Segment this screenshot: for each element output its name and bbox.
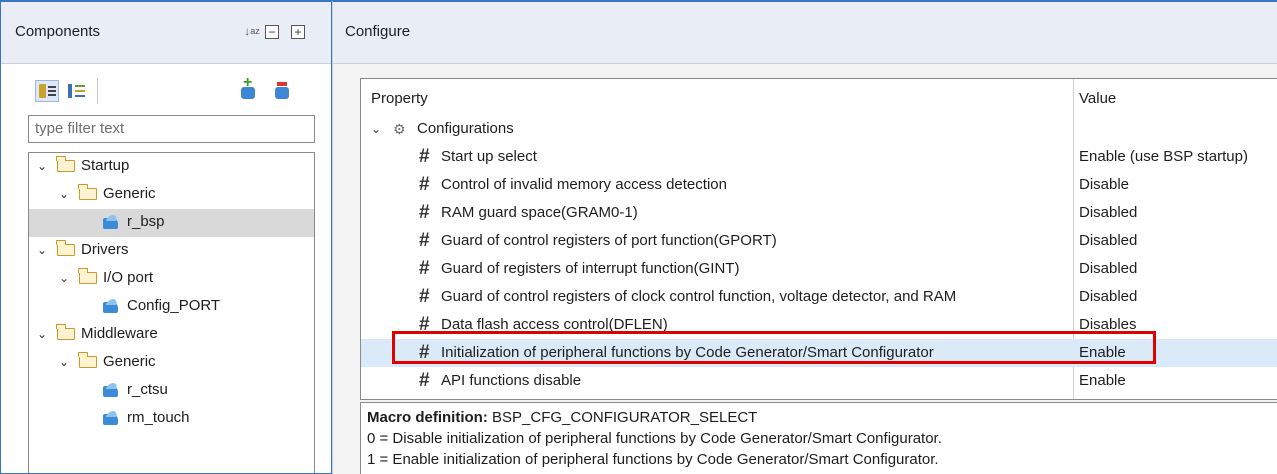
chevron-down-icon[interactable]: ⌄: [59, 265, 73, 291]
filter-input[interactable]: type filter text: [28, 115, 315, 143]
property-row[interactable]: # Initialization of peripheral functions …: [361, 339, 1277, 367]
macro-definition-label: Macro definition:: [367, 409, 488, 426]
property-row[interactable]: # Guard of control registers of port func…: [361, 227, 1277, 255]
tree-item[interactable]: ⌄ Drivers: [29, 237, 314, 265]
property-value[interactable]: Disabled: [1079, 199, 1137, 227]
tree-item-label: r_bsp: [127, 213, 165, 230]
gear-icon: ⚙: [393, 121, 406, 137]
macro-definition-line: Macro definition: BSP_CFG_CONFIGURATOR_S…: [367, 407, 1274, 428]
sort-az-icon[interactable]: ↓ a z: [243, 22, 261, 40]
property-value[interactable]: Enable (use BSP startup): [1079, 143, 1248, 171]
property-name: Data flash access control(DFLEN): [441, 316, 668, 333]
components-panel-header: Components ↓ a z − +: [1, 2, 331, 64]
chevron-down-icon[interactable]: ⌄: [59, 181, 73, 207]
component-icon: [103, 383, 121, 398]
toolbar-separator: [97, 78, 98, 104]
components-panel-body: type filter text ⌄ Startup ⌄ Generic r_bsp ⌄ D…: [1, 64, 331, 473]
chevron-down-icon[interactable]: ⌄: [37, 153, 51, 179]
components-panel: Components ↓az − + type filter text ⌄ Sta…: [0, 0, 332, 474]
configurations-group-label: Configurations: [417, 120, 514, 137]
remove-component-icon[interactable]: [271, 80, 295, 102]
property-row[interactable]: # Data flash access control(DFLEN) Disable…: [361, 311, 1277, 339]
tree-item[interactable]: ⌄ I/O port: [29, 265, 314, 293]
property-name: Guard of registers of interrupt function…: [441, 260, 740, 277]
configurations-group-row[interactable]: ⌄ ⚙ Configurations: [361, 115, 1277, 143]
property-column-header[interactable]: Property: [361, 79, 1071, 119]
tree-item-label: r_ctsu: [127, 381, 168, 398]
folder-icon: [78, 268, 97, 284]
macro-option-1: 1 = Enable initialization of peripheral …: [367, 451, 939, 468]
macro-definition-panel: Macro definition: BSP_CFG_CONFIGURATOR_S…: [360, 402, 1277, 474]
component-icon: [103, 411, 121, 426]
collapse-all-icon[interactable]: −: [265, 25, 279, 39]
tree-item[interactable]: r_bsp: [29, 209, 314, 237]
components-tree: ⌄ Startup ⌄ Generic r_bsp ⌄ Drivers ⌄ I/O port Co…: [28, 152, 315, 473]
property-value[interactable]: Disabled: [1079, 255, 1137, 283]
chevron-down-icon[interactable]: ⌄: [371, 115, 385, 143]
property-row[interactable]: # Control of invalid memory access detect…: [361, 171, 1277, 199]
property-value[interactable]: Enable: [1079, 367, 1126, 395]
property-value[interactable]: Disables: [1079, 311, 1137, 339]
folder-icon: [56, 156, 75, 172]
tree-item[interactable]: r_ctsu: [29, 377, 314, 405]
property-row[interactable]: # Guard of control registers of clock con…: [361, 283, 1277, 311]
macro-option-0: 0 = Disable initialization of peripheral…: [367, 430, 942, 447]
property-name: Guard of control registers of port funct…: [441, 232, 777, 249]
folder-icon: [78, 352, 97, 368]
chevron-down-icon[interactable]: ⌄: [37, 237, 51, 263]
property-table: Property Value ⌄ ⚙ Configurations # Start…: [360, 78, 1277, 400]
property-value[interactable]: Enable: [1079, 339, 1126, 367]
property-name: RAM guard space(GRAM0-1): [441, 204, 638, 221]
tree-item-label: Generic: [103, 185, 156, 202]
value-column-header[interactable]: Value: [1079, 79, 1116, 119]
tree-item[interactable]: ⌄ Generic: [29, 349, 314, 377]
chevron-down-icon[interactable]: ⌄: [59, 349, 73, 375]
tree-item-label: Generic: [103, 353, 156, 370]
tree-item[interactable]: ⌄ Middleware: [29, 321, 314, 349]
tree-item-label: Drivers: [81, 241, 129, 258]
tree-item[interactable]: rm_touch: [29, 405, 314, 433]
property-row[interactable]: # API functions disable Enable: [361, 367, 1277, 395]
macro-name: BSP_CFG_CONFIGURATOR_SELECT: [492, 409, 758, 426]
tree-item-label: Startup: [81, 157, 130, 174]
components-toolbar: [1, 64, 331, 114]
property-row[interactable]: # RAM guard space(GRAM0-1) Disabled: [361, 199, 1277, 227]
add-component-icon[interactable]: [237, 74, 261, 102]
property-name: Initialization of peripheral functions b…: [441, 344, 934, 361]
view-by-hierarchy-icon[interactable]: [65, 80, 89, 102]
tree-item-label: rm_touch: [127, 409, 190, 426]
property-row[interactable]: # Guard of registers of interrupt functio…: [361, 255, 1277, 283]
component-icon: [103, 299, 121, 314]
property-name: Start up select: [441, 148, 537, 165]
tree-item[interactable]: Config_PORT: [29, 293, 314, 321]
component-icon: [103, 215, 121, 230]
folder-icon: [78, 184, 97, 200]
property-name: API functions disable: [441, 372, 582, 389]
tree-item-label: I/O port: [103, 269, 154, 286]
tree-item-label: Config_PORT: [127, 297, 221, 314]
folder-icon: [56, 240, 75, 256]
configure-panel-header: Configure: [333, 2, 1277, 64]
components-panel-title: Components: [15, 23, 101, 40]
property-row[interactable]: # Start up select Enable (use BSP startup): [361, 143, 1277, 171]
tree-item[interactable]: ⌄ Startup: [29, 153, 314, 181]
configure-panel: Configure Property Value ⌄ ⚙ Configurati…: [332, 0, 1277, 474]
property-value[interactable]: Disabled: [1079, 227, 1137, 255]
folder-icon: [56, 324, 75, 340]
chevron-down-icon[interactable]: ⌄: [37, 321, 51, 347]
configure-panel-title: Configure: [345, 23, 411, 40]
property-value[interactable]: Disable: [1079, 171, 1129, 199]
expand-all-icon[interactable]: +: [291, 25, 305, 39]
tree-item[interactable]: ⌄ Generic: [29, 181, 314, 209]
property-name: Guard of control registers of clock cont…: [441, 288, 957, 305]
property-name: Control of invalid memory access detecti…: [441, 176, 727, 193]
property-value[interactable]: Disabled: [1079, 283, 1137, 311]
view-by-category-icon[interactable]: [35, 80, 59, 102]
tree-item-label: Middleware: [81, 325, 158, 342]
